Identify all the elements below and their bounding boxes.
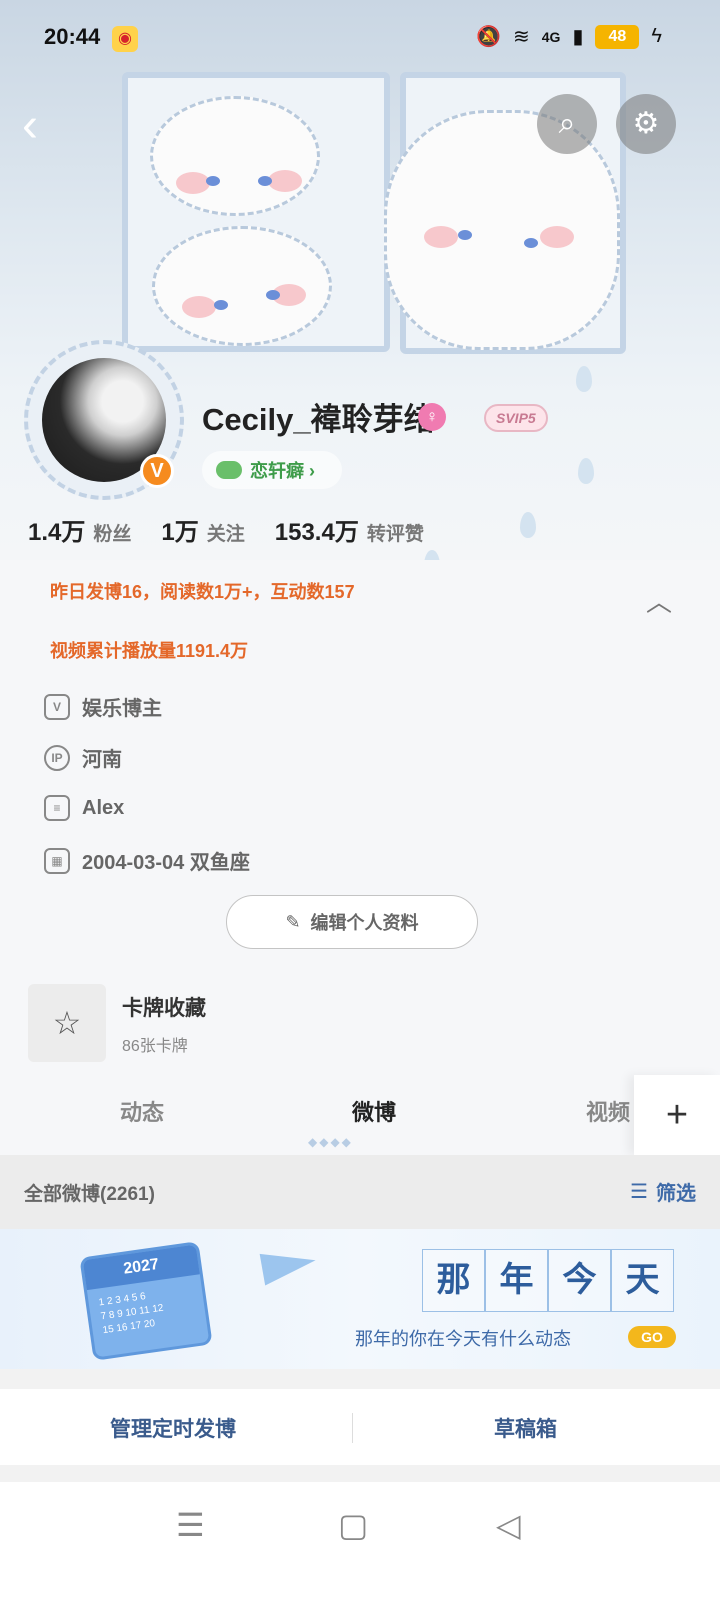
edit-profile-label: 编辑个人资料: [310, 913, 419, 933]
signal-bars-icon: ▮: [572, 26, 584, 48]
status-bar: 20:44 ◉ 🔕 ≋ 4G ▮ 48 ϟ: [0, 0, 720, 80]
filter-label: 筛选: [656, 1183, 696, 1205]
stat-followers[interactable]: 1.4万 粉丝: [28, 512, 131, 547]
bunny-illustration: [152, 226, 332, 346]
raindrop-decoration: [576, 366, 592, 392]
tab-weibo[interactable]: 微博: [352, 1095, 396, 1127]
bunny-eye: [206, 176, 220, 186]
video-plays-highlight[interactable]: 视频累计播放量1191.4万: [50, 637, 248, 663]
card-collection-title[interactable]: 卡牌收藏: [122, 992, 206, 1022]
charging-icon: ϟ: [651, 25, 662, 47]
stat-number: 1.4万: [28, 519, 86, 546]
bunny-cheek: [176, 172, 210, 194]
bunny-cheek: [424, 226, 458, 248]
pencil-icon: ✎: [285, 911, 301, 932]
title-char: 今: [548, 1249, 611, 1312]
bunny-illustration: [150, 96, 320, 216]
bunny-eye: [258, 176, 272, 186]
raindrop-decoration: [578, 458, 594, 484]
bunny-eye: [214, 300, 228, 310]
info-birthday: ▦ 2004-03-04 双鱼座: [44, 846, 250, 875]
username: Cecily_褘聆芽绪: [202, 402, 435, 437]
info-bio: ≡ Alex: [44, 795, 124, 821]
calendar-illustration: 2027 1 2 3 4 5 67 8 9 10 11 12 15 16 17 2…: [79, 1241, 213, 1361]
status-time: 20:44: [44, 24, 101, 49]
search-icon[interactable]: ⌕: [537, 94, 597, 154]
filter-bar: 全部微博(2261) ☰ 筛选: [0, 1155, 720, 1229]
wifi-icon: ≋: [512, 26, 530, 48]
raindrop-decoration: [520, 512, 536, 538]
bunny-cheek: [540, 226, 574, 248]
info-ip: IP 河南: [44, 743, 122, 772]
filter-button[interactable]: ☰ 筛选: [630, 1177, 696, 1206]
bunny-cheek: [182, 296, 216, 318]
add-tab-plus-icon[interactable]: +: [634, 1075, 720, 1155]
calendar-icon: ▦: [44, 847, 70, 874]
profile-tabs: 动态 微博 ◆◆◆◆ 视频 +: [0, 1075, 720, 1155]
card-collection-count: 86张卡牌: [122, 1038, 188, 1055]
system-nav-bar: ☰ ▢ ◁: [0, 1482, 720, 1604]
ip-text: 河南: [82, 749, 122, 771]
stat-following[interactable]: 1万 关注: [161, 512, 244, 547]
stat-label: 关注: [206, 524, 245, 545]
raindrop-decoration: [424, 550, 440, 560]
title-char: 天: [611, 1249, 674, 1312]
female-gender-icon: ♀: [418, 403, 446, 431]
stat-interactions[interactable]: 153.4万 转评赞: [275, 512, 424, 547]
on-this-day-title: 那 年 今 天: [422, 1249, 674, 1312]
on-this-day-banner[interactable]: 2027 1 2 3 4 5 67 8 9 10 11 12 15 16 17 2…: [0, 1229, 720, 1369]
shield-v-icon: V: [44, 693, 70, 720]
drafts-button[interactable]: 草稿箱: [494, 1413, 557, 1443]
bunny-eye: [266, 290, 280, 300]
settings-gear-icon[interactable]: ⚙: [616, 94, 676, 154]
status-icons: 🔕 ≋ 4G ▮ 48 ϟ: [476, 24, 662, 49]
tab-video[interactable]: 视频: [586, 1095, 630, 1127]
title-char: 年: [485, 1249, 548, 1312]
svip-badge[interactable]: SVIP5: [484, 404, 548, 432]
back-arrow-icon[interactable]: ‹: [22, 98, 62, 154]
bunny-cheek: [268, 170, 302, 192]
verified-v-icon: V: [140, 454, 174, 488]
chaohua-label: 恋轩癖 ›: [250, 461, 315, 481]
post-actions-bar: 管理定时发博 草稿箱: [0, 1389, 720, 1465]
card-collection-icon[interactable]: ☆: [28, 984, 106, 1062]
home-square-icon[interactable]: ▢: [338, 1506, 368, 1544]
divider: [352, 1413, 353, 1443]
bunny-eye: [524, 238, 538, 248]
mute-bell-icon: 🔕: [476, 26, 501, 48]
bio-text: Alex: [82, 796, 125, 819]
calendar-year: 2027: [82, 1244, 200, 1291]
scheduled-posts-button[interactable]: 管理定时发博: [110, 1413, 236, 1443]
calendar-grid: 1 2 3 4 5 67 8 9 10 11 12 15 16 17 20: [98, 1291, 165, 1337]
menu-icon[interactable]: ☰: [176, 1506, 205, 1544]
stat-label: 转评赞: [366, 524, 424, 545]
tab-active-indicator: ◆◆◆◆: [308, 1135, 353, 1149]
profile-stats: 1.4万 粉丝 1万 关注 153.4万 转评赞: [28, 512, 424, 547]
role-text: 娱乐博主: [82, 698, 162, 720]
ip-icon: IP: [44, 744, 70, 771]
edit-profile-button[interactable]: ✎ 编辑个人资料: [226, 895, 478, 949]
back-triangle-icon[interactable]: ◁: [496, 1506, 521, 1544]
go-button[interactable]: GO: [628, 1326, 676, 1348]
bunny-eye: [458, 230, 472, 240]
chevron-up-icon[interactable]: ︿: [646, 582, 672, 619]
on-this-day-subtitle: 那年的你在今天有什么动态: [355, 1329, 571, 1350]
info-role: V 娱乐博主: [44, 692, 162, 721]
yesterday-highlight[interactable]: 昨日发博16，阅读数1万+，互动数157: [50, 578, 355, 604]
weibo-app-icon: ◉: [112, 26, 138, 52]
stat-number: 1万: [161, 519, 199, 546]
battery-icon: 48: [595, 24, 640, 49]
sort-filter-icon: ☰: [630, 1181, 648, 1203]
stat-number: 153.4万: [274, 519, 359, 546]
document-icon: ≡: [44, 795, 70, 821]
tab-dynamics[interactable]: 动态: [120, 1095, 164, 1127]
signal-label: 4G: [541, 28, 561, 45]
title-char: 那: [422, 1249, 485, 1312]
cloud-icon: [216, 461, 242, 479]
all-weibo-count: 全部微博(2261): [24, 1184, 155, 1205]
birthday-text: 2004-03-04 双鱼座: [82, 852, 250, 874]
paper-plane-icon: [259, 1244, 319, 1286]
chaohua-pill[interactable]: 恋轩癖 ›: [202, 451, 342, 489]
stat-label: 粉丝: [93, 524, 132, 545]
